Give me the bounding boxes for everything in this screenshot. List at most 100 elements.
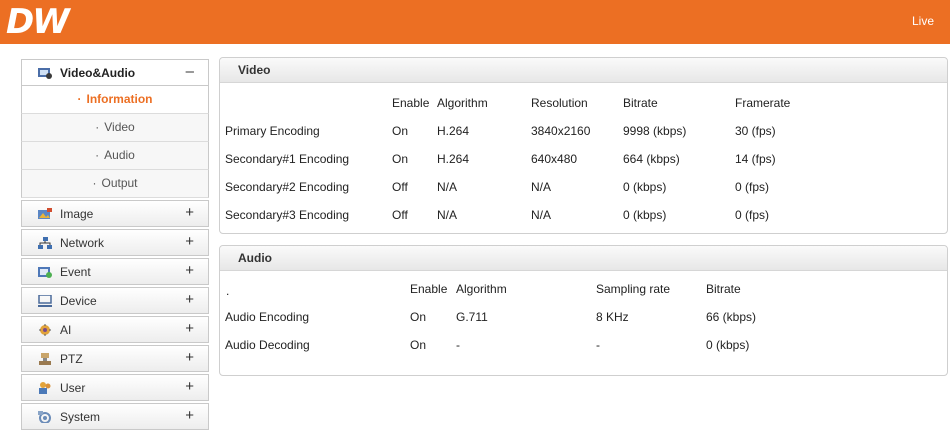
table-cell: N/A xyxy=(531,180,552,194)
menu-label: Device xyxy=(60,294,97,308)
sidebar-item-label: Video xyxy=(104,120,135,134)
audio-panel-title: Audio xyxy=(238,251,272,265)
menu-label: Video&Audio xyxy=(60,66,136,80)
table-cell: 0 (kbps) xyxy=(623,208,667,222)
video-panel-title: Video xyxy=(238,63,271,77)
sidebar: Video&Audio – · Information · Video · Audio · O… xyxy=(21,59,209,430)
menu-event[interactable]: Event + xyxy=(21,258,209,285)
column-header: Algorithm xyxy=(456,282,507,296)
table-cell: 8 KHz xyxy=(596,310,629,324)
table-cell: - xyxy=(456,338,460,352)
table-cell: 0 (kbps) xyxy=(623,180,667,194)
table-cell: - xyxy=(596,338,600,352)
column-header: Enable xyxy=(410,282,448,296)
row-label: Secondary#3 Encoding xyxy=(225,208,350,222)
menu-label: AI xyxy=(60,323,72,337)
collapse-toggle[interactable]: – xyxy=(186,63,194,80)
table-cell: On xyxy=(392,152,409,166)
top-bar: DW Live xyxy=(0,0,950,44)
table-cell: On xyxy=(410,310,427,324)
menu-user[interactable]: User + xyxy=(21,374,209,401)
live-link[interactable]: Live xyxy=(912,14,934,28)
dw-logo[interactable]: DW xyxy=(6,2,70,42)
table-cell: Off xyxy=(392,180,408,194)
expand-toggle[interactable]: + xyxy=(185,407,194,424)
sidebar-item-video[interactable]: · Video xyxy=(21,114,209,142)
table-cell: 14 (fps) xyxy=(735,152,776,166)
device-icon xyxy=(38,295,52,307)
table-cell: 30 (fps) xyxy=(735,124,776,138)
bullet: · xyxy=(95,148,100,162)
expand-toggle[interactable]: + xyxy=(185,204,194,221)
sidebar-item-output[interactable]: · Output xyxy=(21,170,209,198)
table-cell: 0 (fps) xyxy=(735,208,770,222)
column-header: Framerate xyxy=(735,96,791,110)
table-cell: 9998 (kbps) xyxy=(623,124,687,138)
expand-toggle[interactable]: + xyxy=(185,291,194,308)
table-cell: 3840x2160 xyxy=(531,124,591,138)
table-cell: On xyxy=(410,338,427,352)
menu-network[interactable]: Network + xyxy=(21,229,209,256)
menu-label: PTZ xyxy=(60,352,83,366)
bullet: · xyxy=(95,120,100,134)
menu-label: System xyxy=(60,410,101,424)
table-cell: N/A xyxy=(437,180,458,194)
column-header: Resolution xyxy=(531,96,588,110)
expand-toggle[interactable]: + xyxy=(185,349,194,366)
menu-label: Event xyxy=(60,265,91,279)
expand-toggle[interactable]: + xyxy=(185,262,194,279)
table-cell: H.264 xyxy=(437,124,470,138)
user-icon xyxy=(38,382,52,394)
sidebar-item-audio[interactable]: · Audio xyxy=(21,142,209,170)
row-label: Secondary#2 Encoding xyxy=(225,180,350,194)
column-header: Sampling rate xyxy=(596,282,671,296)
column-header: Bitrate xyxy=(706,282,741,296)
menu-system[interactable]: System + xyxy=(21,403,209,430)
menu-label: Network xyxy=(60,236,105,250)
table-cell: 640x480 xyxy=(531,152,578,166)
menu-ptz[interactable]: PTZ + xyxy=(21,345,209,372)
table-cell: 664 (kbps) xyxy=(623,152,680,166)
bullet: · xyxy=(77,92,82,106)
video-panel-header: Video xyxy=(220,58,947,83)
table-cell: On xyxy=(392,124,409,138)
corner-mark: . xyxy=(226,284,230,298)
event-icon xyxy=(38,266,52,278)
ptz-icon xyxy=(38,353,52,365)
row-label: Audio Decoding xyxy=(225,338,310,352)
menu-video-audio[interactable]: Video&Audio – xyxy=(21,59,209,86)
image-icon xyxy=(38,208,52,220)
column-header: Bitrate xyxy=(623,96,658,110)
menu-device[interactable]: Device + xyxy=(21,287,209,314)
video-panel: Video Enable Algorithm Resolution Bitrate Fr… xyxy=(219,57,948,234)
table-cell: N/A xyxy=(437,208,458,222)
table-cell: H.264 xyxy=(437,152,470,166)
expand-toggle[interactable]: + xyxy=(185,320,194,337)
audio-panel: Audio . Enable Algorithm Sampling rate Bitra… xyxy=(219,245,948,376)
sidebar-item-label: Audio xyxy=(104,148,135,162)
audio-panel-header: Audio xyxy=(220,246,947,271)
table-cell: 66 (kbps) xyxy=(706,310,757,324)
video-audio-icon xyxy=(38,67,52,79)
table-cell: 0 (kbps) xyxy=(706,338,750,352)
menu-label: User xyxy=(60,381,86,395)
table-cell: G.711 xyxy=(456,310,488,324)
menu-ai[interactable]: AI + xyxy=(21,316,209,343)
system-icon xyxy=(38,411,52,423)
column-header: Enable xyxy=(392,96,430,110)
table-cell: Off xyxy=(392,208,408,222)
network-icon xyxy=(38,237,52,249)
menu-image[interactable]: Image + xyxy=(21,200,209,227)
sidebar-item-label: Output xyxy=(101,176,138,190)
menu-label: Image xyxy=(60,207,94,221)
row-label: Audio Encoding xyxy=(225,310,310,324)
expand-toggle[interactable]: + xyxy=(185,233,194,250)
row-label: Primary Encoding xyxy=(225,124,320,138)
sidebar-item-label: Information xyxy=(86,92,153,106)
sidebar-item-information[interactable]: · Information xyxy=(21,86,209,114)
bullet: · xyxy=(92,176,97,190)
column-header: Algorithm xyxy=(437,96,488,110)
ai-icon xyxy=(38,324,52,336)
expand-toggle[interactable]: + xyxy=(185,378,194,395)
row-label: Secondary#1 Encoding xyxy=(225,152,350,166)
